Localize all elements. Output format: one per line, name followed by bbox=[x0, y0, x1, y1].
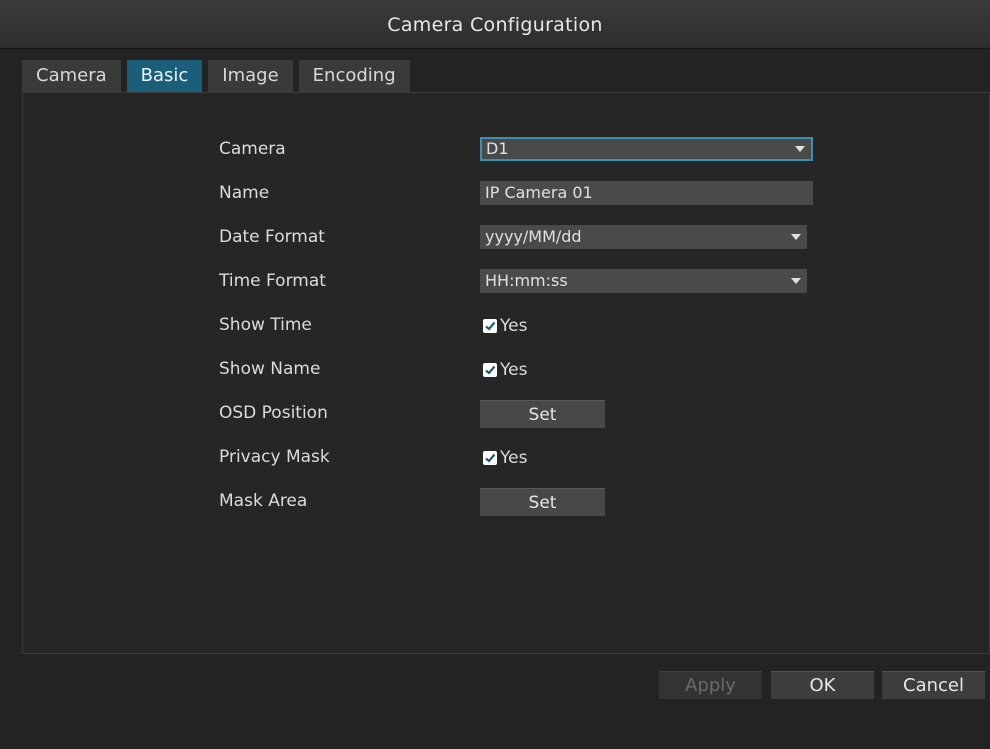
osd-position-label: OSD Position bbox=[219, 403, 328, 423]
camera-label: Camera bbox=[219, 139, 286, 159]
time-format-select-value: HH:mm:ss bbox=[485, 271, 568, 290]
show-time-label: Show Time bbox=[219, 315, 312, 335]
date-format-select[interactable]: yyyy/MM/dd bbox=[480, 225, 807, 249]
camera-select[interactable]: D1 bbox=[480, 137, 813, 161]
cancel-button[interactable]: Cancel bbox=[882, 671, 985, 699]
show-name-option-label: Yes bbox=[500, 360, 528, 380]
show-time-option-label: Yes bbox=[500, 316, 528, 336]
privacy-mask-label: Privacy Mask bbox=[219, 447, 330, 467]
mask-area-label: Mask Area bbox=[219, 491, 308, 511]
camera-configuration-window: Camera Configuration Camera Basic Image … bbox=[0, 0, 990, 749]
name-input[interactable]: IP Camera 01 bbox=[480, 181, 813, 205]
camera-row: Camera D1 bbox=[23, 133, 990, 167]
window-title: Camera Configuration bbox=[387, 14, 603, 36]
tab-basic[interactable]: Basic bbox=[126, 60, 203, 92]
show-name-row: Show Name Yes bbox=[23, 353, 990, 387]
osd-position-set-button[interactable]: Set bbox=[480, 400, 605, 428]
tab-camera[interactable]: Camera bbox=[22, 60, 121, 92]
privacy-mask-checkbox[interactable]: Yes bbox=[483, 448, 527, 468]
apply-button[interactable]: Apply bbox=[659, 671, 762, 699]
time-format-label: Time Format bbox=[219, 271, 326, 291]
checkmark-icon bbox=[483, 319, 497, 333]
mask-area-row: Mask Area Set bbox=[23, 485, 990, 519]
ok-button[interactable]: OK bbox=[771, 671, 874, 699]
checkmark-icon bbox=[483, 451, 497, 465]
checkmark-icon bbox=[483, 363, 497, 377]
title-bar: Camera Configuration bbox=[0, 0, 990, 49]
show-name-checkbox[interactable]: Yes bbox=[483, 360, 527, 380]
tab-image[interactable]: Image bbox=[208, 60, 293, 92]
chevron-down-icon bbox=[795, 146, 805, 152]
show-name-label: Show Name bbox=[219, 359, 321, 379]
show-time-row: Show Time Yes bbox=[23, 309, 990, 343]
privacy-mask-option-label: Yes bbox=[500, 448, 528, 468]
time-format-select[interactable]: HH:mm:ss bbox=[480, 269, 807, 293]
name-row: Name IP Camera 01 bbox=[23, 177, 990, 211]
tab-encoding[interactable]: Encoding bbox=[298, 60, 410, 92]
mask-area-set-button[interactable]: Set bbox=[480, 488, 605, 516]
time-format-row: Time Format HH:mm:ss bbox=[23, 265, 990, 299]
date-format-select-value: yyyy/MM/dd bbox=[485, 227, 582, 246]
camera-select-value: D1 bbox=[486, 139, 509, 158]
osd-position-row: OSD Position Set bbox=[23, 397, 990, 431]
basic-settings-panel: Camera D1 Name IP Camera 01 Date Format … bbox=[22, 92, 990, 654]
privacy-mask-row: Privacy Mask Yes bbox=[23, 441, 990, 475]
date-format-row: Date Format yyyy/MM/dd bbox=[23, 221, 990, 255]
tab-bar: Camera Basic Image Encoding bbox=[22, 60, 416, 92]
date-format-label: Date Format bbox=[219, 227, 325, 247]
chevron-down-icon bbox=[791, 278, 801, 284]
chevron-down-icon bbox=[791, 234, 801, 240]
show-time-checkbox[interactable]: Yes bbox=[483, 316, 527, 336]
name-label: Name bbox=[219, 183, 270, 203]
